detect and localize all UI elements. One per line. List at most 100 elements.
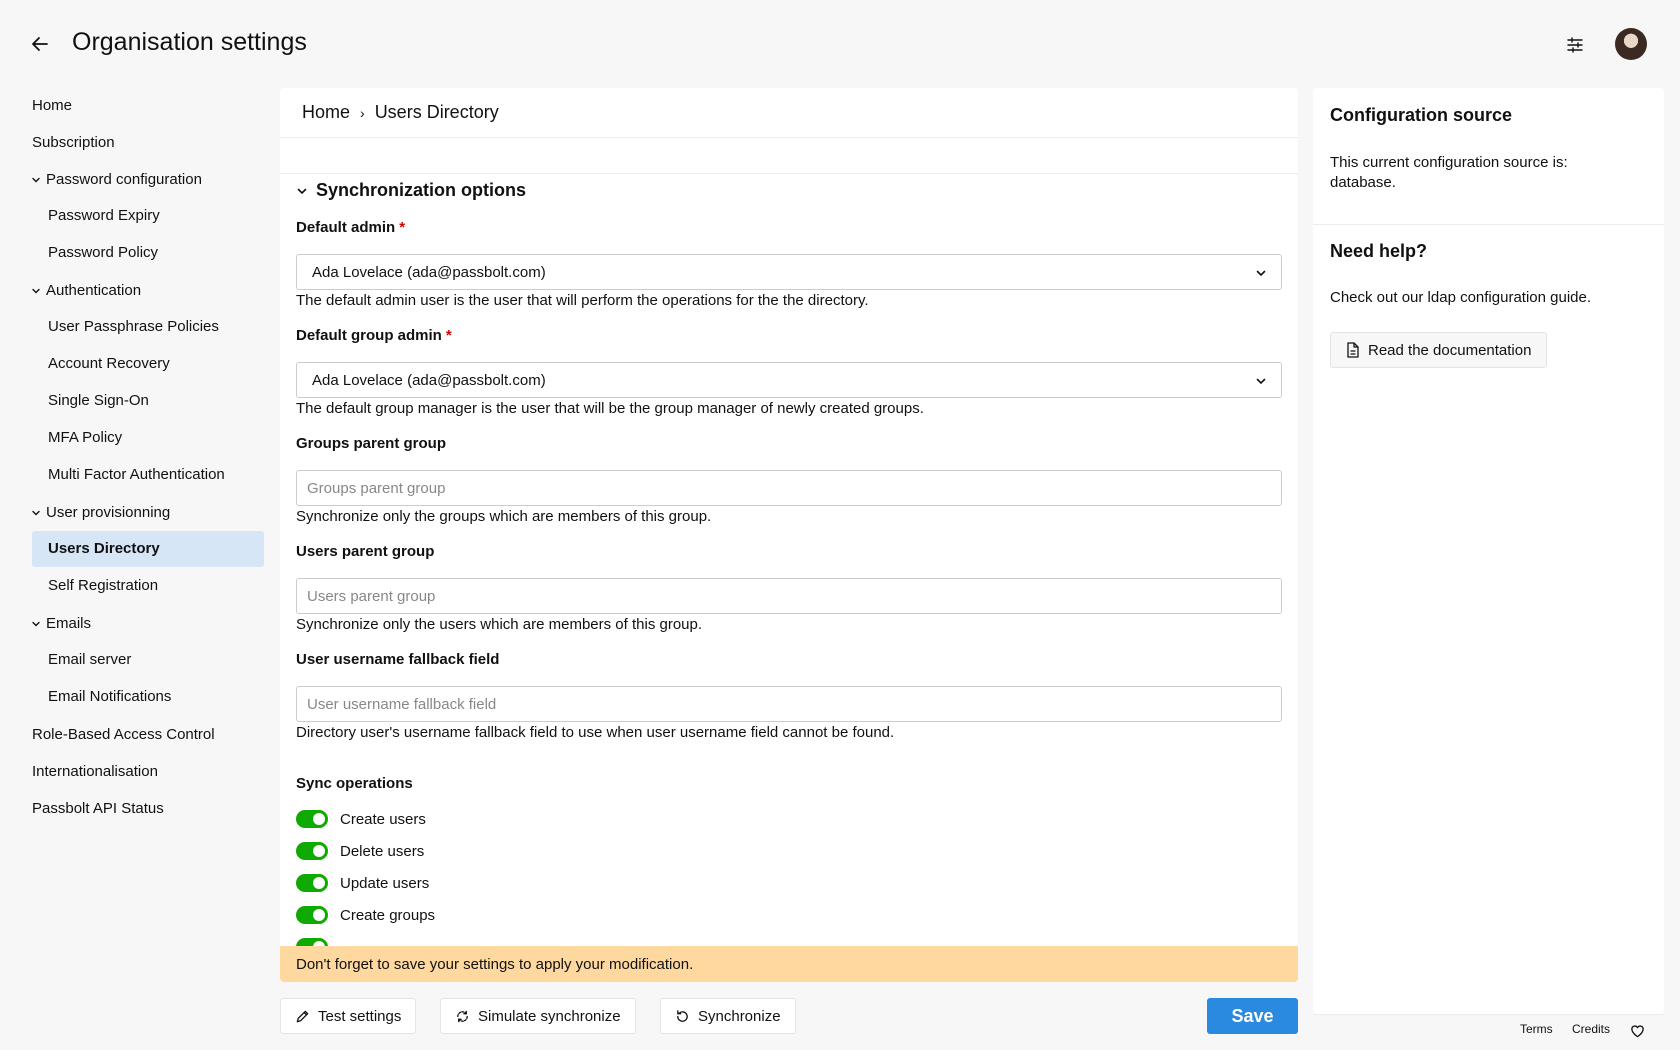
sidebar-item-password-configuration[interactable]: Password configuration — [30, 171, 202, 188]
select-value: Ada Lovelace (ada@passbolt.com) — [312, 371, 546, 389]
sync-op-delete-users: Delete users — [296, 842, 424, 860]
create-users-toggle[interactable] — [296, 810, 328, 828]
sidebar-item-user-passphrase-policies[interactable]: User Passphrase Policies — [48, 318, 219, 335]
footer-divider — [1313, 1014, 1664, 1015]
breadcrumb-home[interactable]: Home — [302, 102, 350, 123]
sync-op-update-users: Update users — [296, 874, 429, 892]
sidebar-item-users-directory[interactable]: Users Directory — [48, 540, 160, 557]
chevron-down-icon — [1256, 378, 1266, 385]
sidebar-item-password-policy[interactable]: Password Policy — [48, 244, 158, 261]
button-label: Test settings — [318, 1007, 402, 1025]
simulate-synchronize-button[interactable]: Simulate synchronize — [440, 998, 636, 1034]
groups-parent-label: Groups parent group — [296, 435, 446, 452]
sidebar-item-multi-factor-authentication[interactable]: Multi Factor Authentication — [48, 466, 225, 483]
users-parent-label: Users parent group — [296, 543, 435, 560]
sidebar-item-single-sign-on[interactable]: Single Sign-On — [48, 392, 149, 409]
avatar[interactable] — [1615, 28, 1647, 60]
users-parent-input[interactable] — [296, 578, 1282, 614]
sidebar-item-emails[interactable]: Emails — [30, 615, 91, 632]
sidebar-item-authentication[interactable]: Authentication — [30, 282, 141, 299]
sidebar-item-email-notifications[interactable]: Email Notifications — [48, 688, 171, 705]
sync-dashed-icon — [457, 1010, 468, 1022]
sidebar-item-user-provisionning[interactable]: User provisionning — [30, 504, 170, 521]
sidebar-item-mfa-policy[interactable]: MFA Policy — [48, 429, 122, 446]
sidebar-item-self-registration[interactable]: Self Registration — [48, 577, 158, 594]
chevron-down-icon — [32, 288, 40, 293]
sidebar-item-subscription[interactable]: Subscription — [32, 134, 115, 151]
sidebar-item-label: Single Sign-On — [48, 392, 149, 409]
save-button[interactable]: Save — [1207, 998, 1298, 1034]
fallback-input[interactable] — [296, 686, 1282, 722]
fallback-help: Directory user's username fallback field… — [296, 724, 895, 741]
create-groups-toggle[interactable] — [296, 906, 328, 924]
sidebar-item-rbac[interactable]: Role-Based Access Control — [32, 726, 215, 743]
sidebar-item-label: Subscription — [32, 134, 115, 151]
terms-link[interactable]: Terms — [1520, 1022, 1553, 1036]
required-mark: * — [445, 327, 452, 344]
sidebar-item-home[interactable]: Home — [32, 97, 72, 114]
groups-parent-input[interactable] — [296, 470, 1282, 506]
default-admin-label: Default admin * — [296, 219, 405, 236]
credits-link[interactable]: Credits — [1572, 1022, 1610, 1036]
sidebar-item-label: Password Policy — [48, 244, 159, 261]
pencil-icon — [296, 1010, 309, 1022]
sync-op-create-groups: Create groups — [296, 906, 435, 924]
breadcrumb-current: Users Directory — [374, 102, 499, 122]
sync-op-create-users: Create users — [296, 810, 426, 828]
sync-operations-label: Sync operations — [296, 775, 413, 792]
chevron-down-icon — [32, 621, 40, 626]
default-group-admin-select[interactable]: Ada Lovelace (ada@passbolt.com) — [296, 362, 1282, 398]
sidebar-item-label: Passbolt API Status — [32, 800, 164, 817]
toggle-label: Create groups — [340, 906, 436, 924]
heart-icon[interactable] — [1630, 1024, 1645, 1041]
sidebar-item-email-server[interactable]: Email server — [48, 651, 131, 668]
main-panel: Home › Users Directory Synchronization o… — [280, 88, 1298, 982]
sidebar-item-api-status[interactable]: Passbolt API Status — [32, 800, 164, 817]
section-title: Synchronization options — [316, 180, 526, 200]
toggle-label: Delete users — [340, 842, 425, 860]
field-label-text: Default group admin — [296, 327, 442, 344]
test-settings-button[interactable]: Test settings — [280, 998, 417, 1034]
sidebar-item-label: Account Recovery — [48, 355, 170, 372]
toggle-label: Create users — [340, 810, 426, 828]
users-parent-help: Synchronize only the users which are mem… — [296, 616, 703, 633]
chevron-down-icon — [32, 510, 40, 515]
sidebar-item-internationalisation[interactable]: Internationalisation — [32, 763, 158, 780]
default-admin-select[interactable]: Ada Lovelace (ada@passbolt.com) — [296, 254, 1282, 290]
sidebar-item-label: User Passphrase Policies — [48, 318, 219, 335]
back-arrow-icon[interactable] — [28, 32, 52, 56]
button-label: Read the documentation — [1368, 341, 1532, 359]
sidebar-item-label: Password Expiry — [48, 207, 160, 224]
sidebar-item-label: User provisionning — [46, 504, 171, 521]
default-group-admin-help: The default group manager is the user th… — [296, 400, 924, 417]
fallback-label: User username fallback field — [296, 651, 500, 668]
sidebar-item-label: Self Registration — [48, 577, 159, 594]
sidebar-item-label: MFA Policy — [48, 429, 123, 446]
sidebar-item-label: Email server — [48, 651, 132, 668]
default-group-admin-label: Default group admin * — [296, 327, 452, 344]
sidebar-item-label: Emails — [46, 615, 92, 632]
sidebar-item-label: Users Directory — [48, 540, 160, 557]
sidebar-item-label: Internationalisation — [32, 763, 158, 780]
synchronize-button[interactable]: Synchronize — [660, 998, 796, 1034]
chevron-down-icon — [32, 177, 40, 182]
settings-sliders-icon[interactable] — [1564, 34, 1586, 56]
toggle-label: Update users — [340, 874, 430, 892]
panel-divider — [1313, 224, 1664, 225]
read-documentation-button[interactable]: Read the documentation — [1330, 332, 1548, 368]
update-users-toggle[interactable] — [296, 874, 328, 892]
page-title: Organisation settings — [72, 28, 307, 56]
sidebar-item-label: Multi Factor Authentication — [48, 466, 225, 483]
config-source-text: This current configuration source is: da… — [1330, 154, 1568, 191]
document-icon — [1347, 342, 1359, 358]
chevron-down-icon — [297, 188, 307, 194]
sidebar-item-password-expiry[interactable]: Password Expiry — [48, 207, 160, 224]
sidebar-item-label: Authentication — [46, 282, 142, 299]
sidebar-item-label: Role-Based Access Control — [32, 726, 215, 743]
section-toggle-synchronization-options[interactable]: Synchronization options — [296, 180, 526, 201]
required-mark: * — [399, 219, 406, 236]
delete-users-toggle[interactable] — [296, 842, 328, 860]
right-help-panel: Configuration source This current config… — [1313, 88, 1664, 1014]
button-label: Synchronize — [698, 1007, 781, 1025]
sidebar-item-account-recovery[interactable]: Account Recovery — [48, 355, 170, 372]
